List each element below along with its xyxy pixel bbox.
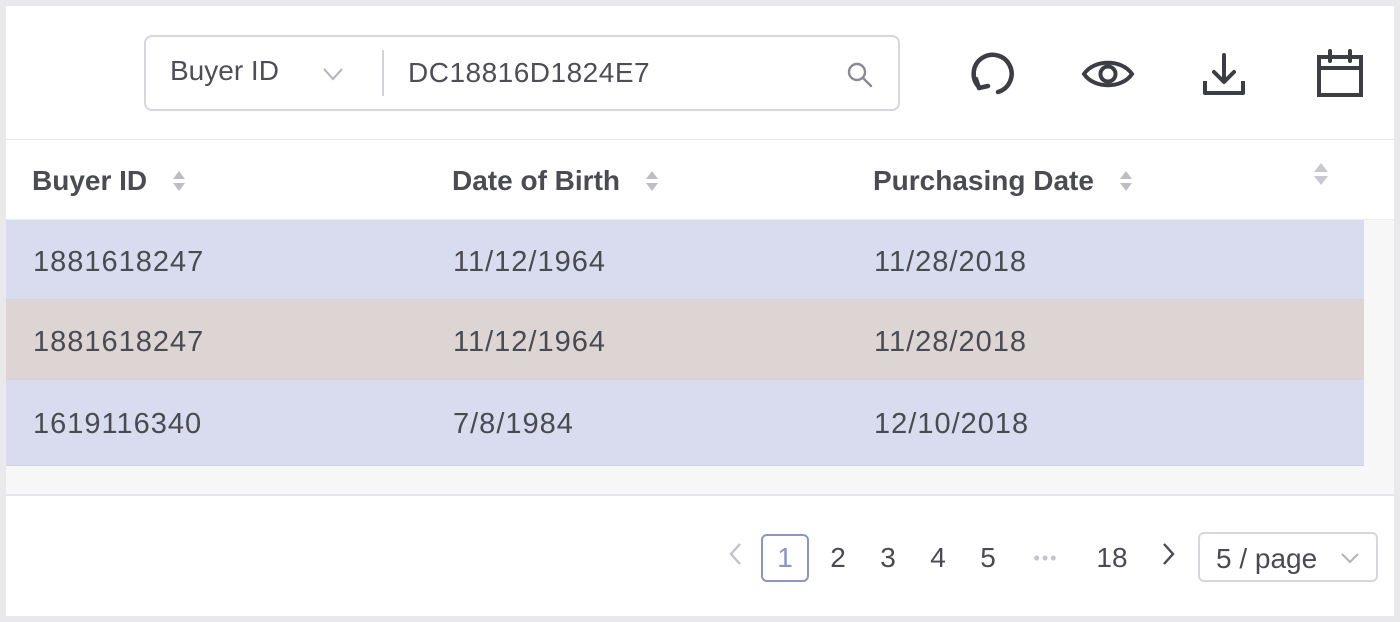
page-size-select[interactable]: 5 / page <box>1198 532 1378 582</box>
page-18[interactable]: 18 <box>1088 534 1136 582</box>
pagination: 1 2 3 4 5 ••• 18 5 / page <box>6 526 1394 586</box>
page-4[interactable]: 4 <box>914 534 962 582</box>
download-icon <box>1203 53 1245 95</box>
table-header: Buyer ID Date of Birth Purchasing Date <box>6 141 1394 220</box>
preview-button[interactable] <box>1080 46 1136 102</box>
search-icon[interactable] <box>846 61 874 89</box>
search-field-label: Buyer ID <box>170 55 279 86</box>
column-header-date-of-birth[interactable]: Date of Birth <box>452 165 660 197</box>
cell-purchasing-date: 11/28/2018 <box>874 326 1027 358</box>
cell-date-of-birth: 11/12/1964 <box>453 246 606 278</box>
refresh-icon <box>971 52 1014 95</box>
sort-icon[interactable] <box>1312 159 1330 189</box>
table-row[interactable]: 1881618247 11/12/1964 11/28/2018 <box>6 300 1364 380</box>
chevron-down-icon <box>1341 553 1359 564</box>
calendar-button[interactable] <box>1312 46 1368 102</box>
column-header-label: Date of Birth <box>452 165 620 196</box>
table-row[interactable]: 1619116340 7/8/1984 12/10/2018 <box>6 380 1364 466</box>
download-button[interactable] <box>1196 46 1252 102</box>
cell-date-of-birth: 11/12/1964 <box>453 326 606 358</box>
column-header-label: Buyer ID <box>32 165 148 196</box>
search-divider <box>382 50 384 96</box>
cell-date-of-birth: 7/8/1984 <box>453 408 574 440</box>
column-header-label: Purchasing Date <box>873 165 1094 196</box>
table-body: 1881618247 11/12/1964 11/28/2018 1881618… <box>6 220 1364 466</box>
cell-buyer-id: 1881618247 <box>33 246 205 278</box>
page-2[interactable]: 2 <box>814 534 862 582</box>
chevron-right-icon[interactable] <box>1158 540 1178 568</box>
page-1[interactable]: 1 <box>761 534 809 582</box>
sort-icon[interactable] <box>644 167 660 195</box>
cell-buyer-id: 1619116340 <box>33 408 203 440</box>
cell-purchasing-date: 12/10/2018 <box>874 408 1030 440</box>
table-footer <box>6 466 1394 496</box>
page-3[interactable]: 3 <box>864 534 912 582</box>
more-pages-icon[interactable]: ••• <box>1024 534 1068 582</box>
eye-icon <box>1081 60 1135 88</box>
chevron-left-icon[interactable] <box>726 540 746 568</box>
cell-purchasing-date: 11/28/2018 <box>874 246 1027 278</box>
refresh-button[interactable] <box>964 46 1020 102</box>
chevron-down-icon <box>323 68 343 81</box>
table-row[interactable]: 1881618247 11/12/1964 11/28/2018 <box>6 220 1364 300</box>
table-panel: Buyer ID DC18816D1824E7 Buyer ID Date of… <box>6 6 1394 616</box>
column-header-purchasing-date[interactable]: Purchasing Date <box>873 165 1134 197</box>
calendar-icon <box>1317 49 1363 97</box>
page-size-label: 5 / page <box>1216 543 1318 574</box>
search-box: Buyer ID <box>144 35 900 111</box>
page-5[interactable]: 5 <box>964 534 1012 582</box>
cell-buyer-id: 1881618247 <box>33 326 205 358</box>
toolbar: Buyer ID <box>6 6 1394 140</box>
table-scroll-gutter <box>1364 220 1394 466</box>
column-header-buyer-id[interactable]: Buyer ID <box>32 165 187 197</box>
search-field-select[interactable]: Buyer ID <box>146 37 382 109</box>
sort-icon[interactable] <box>1118 167 1134 195</box>
search-input[interactable] <box>408 51 828 95</box>
sort-icon[interactable] <box>171 167 187 195</box>
